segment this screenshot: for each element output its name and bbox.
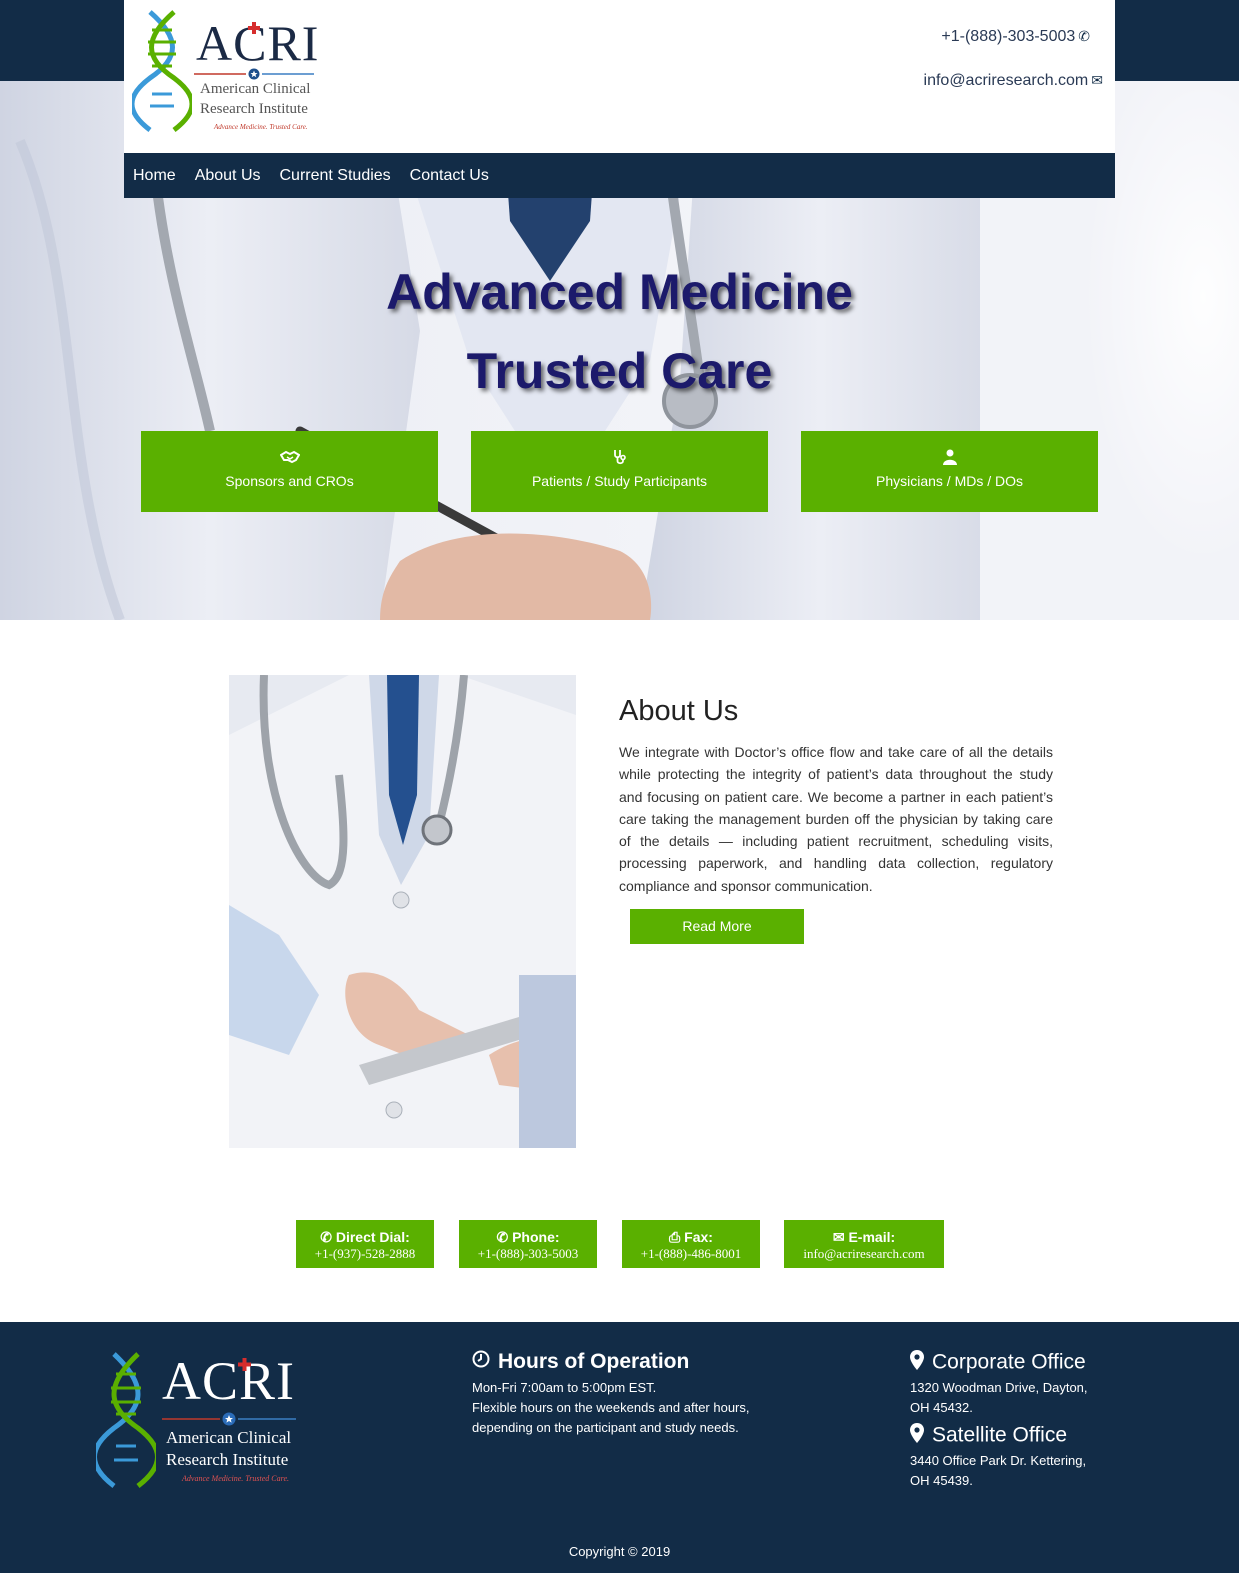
satellite-office-address: 3440 Office Park Dr. Kettering, OH 45439… — [910, 1451, 1086, 1491]
physicians-label: Physicians / MDs / DOs — [875, 473, 1024, 489]
hours-title: Hours of Operation — [498, 1350, 690, 1373]
footer-logo[interactable]: ACRI American Clinical Research Institut… — [96, 1350, 301, 1490]
nav-home[interactable]: Home — [133, 167, 176, 185]
satellite-line1: 3440 Office Park Dr. Kettering, — [910, 1453, 1087, 1468]
map-marker-icon — [910, 1423, 924, 1449]
hours-line2: Flexible hours on the weekends and after… — [472, 1400, 750, 1415]
satellite-office-title: Satellite Office — [932, 1423, 1068, 1447]
about-description: We integrate with Doctor’s office flow a… — [619, 744, 1053, 894]
stethoscope-icon — [471, 449, 768, 467]
hours-heading: Hours of Operation — [472, 1350, 689, 1374]
patients-button[interactable]: Patients / Study Participants — [471, 431, 768, 512]
header: ACRI American Clinical Research Institut… — [124, 0, 1115, 153]
fax-tile[interactable]: ⎙ Fax: +1-(888)-486-8001 — [622, 1220, 760, 1268]
direct-dial-label: Direct Dial: — [335, 1229, 410, 1245]
header-phone-link[interactable]: +1-(888)-303-5003 ✆ — [941, 28, 1090, 46]
hours-line3: depending on the participant and study n… — [472, 1420, 739, 1435]
nav-contact-us[interactable]: Contact Us — [410, 167, 489, 185]
logo-line1: American Clinical — [200, 81, 311, 97]
corporate-office-address: 1320 Woodman Drive, Dayton, OH 45432. — [910, 1378, 1088, 1418]
map-marker-icon — [910, 1350, 924, 1376]
corporate-line1: 1320 Woodman Drive, Dayton, — [910, 1380, 1088, 1395]
acri-logo[interactable]: ACRI American Clinical Research Institut… — [132, 8, 318, 133]
footer-logo-tagline: Advance Medicine. Trusted Care. — [182, 1474, 290, 1483]
main-nav: Home About Us Current Studies Contact Us — [124, 153, 1115, 198]
satellite-office-heading: Satellite Office — [910, 1423, 1067, 1449]
sponsors-label: Sponsors and CROs — [225, 473, 354, 489]
nav-current-studies[interactable]: Current Studies — [280, 167, 391, 185]
patients-label: Patients / Study Participants — [531, 473, 708, 489]
phone-tile[interactable]: ✆ Phone: +1-(888)-303-5003 — [459, 1220, 597, 1268]
logo-tagline: Advance Medicine. Trusted Care. — [214, 123, 308, 131]
header-phone-text: +1-(888)-303-5003 — [941, 28, 1076, 45]
copyright: Copyright © 2019 — [568, 1544, 671, 1559]
direct-dial-value: +1-(937)-528-2888 — [314, 1246, 416, 1261]
phone-icon: ✆ — [1078, 28, 1090, 44]
footer-logo-line1: American Clinical — [166, 1428, 292, 1447]
email-value: info@acriresearch.com — [803, 1246, 925, 1261]
physicians-button[interactable]: Physicians / MDs / DOs — [801, 431, 1098, 512]
handshake-icon — [141, 449, 438, 467]
read-more-button[interactable]: Read More — [630, 909, 804, 944]
logo-divider-star-icon — [162, 1412, 296, 1426]
fax-icon: ⎙ — [669, 1229, 681, 1245]
corporate-office-heading: Corporate Office — [910, 1350, 1086, 1376]
footer-logo-line2: Research Institute — [166, 1450, 289, 1469]
clock-icon — [472, 1350, 490, 1374]
about-title: About Us — [619, 695, 739, 727]
dna-helix-icon — [132, 10, 192, 132]
fax-value: +1-(888)-486-8001 — [640, 1246, 742, 1261]
footer: ACRI American Clinical Research Institut… — [0, 1322, 1239, 1573]
header-email-text: info@acriresearch.com — [923, 72, 1089, 89]
corporate-office-title: Corporate Office — [932, 1350, 1086, 1374]
sponsors-button[interactable]: Sponsors and CROs — [141, 431, 438, 512]
satellite-line2: OH 45439. — [910, 1473, 973, 1488]
email-label: E-mail: — [848, 1229, 896, 1245]
footer-logo-acri-text: ACRI — [162, 1351, 296, 1411]
hero-title-line1: Advanced Medicine — [386, 264, 853, 320]
hero-title-line2: Trusted Care — [466, 343, 773, 399]
header-email-link[interactable]: info@acriresearch.com ✉ — [924, 72, 1103, 90]
hours-text: Mon-Fri 7:00am to 5:00pm EST. Flexible h… — [472, 1378, 750, 1438]
logo-divider-star-icon — [194, 68, 314, 80]
dna-helix-icon — [96, 1352, 156, 1488]
hours-line1: Mon-Fri 7:00am to 5:00pm EST. — [472, 1380, 657, 1395]
phone-label: Phone: — [512, 1229, 560, 1245]
phone-value: +1-(888)-303-5003 — [477, 1246, 579, 1261]
doctor-tablet-image — [229, 675, 576, 1148]
phone-icon: ✆ — [496, 1229, 509, 1245]
medical-cross-icon — [248, 22, 260, 34]
logo-line2: Research Institute — [200, 101, 308, 117]
nav-about-us[interactable]: About Us — [195, 167, 261, 185]
medical-cross-icon — [238, 1358, 251, 1371]
envelope-icon: ✉ — [832, 1229, 845, 1245]
envelope-icon: ✉ — [1091, 72, 1103, 88]
corporate-line2: OH 45432. — [910, 1400, 973, 1415]
email-tile[interactable]: ✉ E-mail: info@acriresearch.com — [784, 1220, 944, 1268]
fax-label: Fax: — [684, 1229, 713, 1245]
direct-dial-tile[interactable]: ✆ Direct Dial: +1-(937)-528-2888 — [296, 1220, 434, 1268]
user-icon — [801, 449, 1098, 467]
phone-icon: ✆ — [320, 1229, 332, 1245]
